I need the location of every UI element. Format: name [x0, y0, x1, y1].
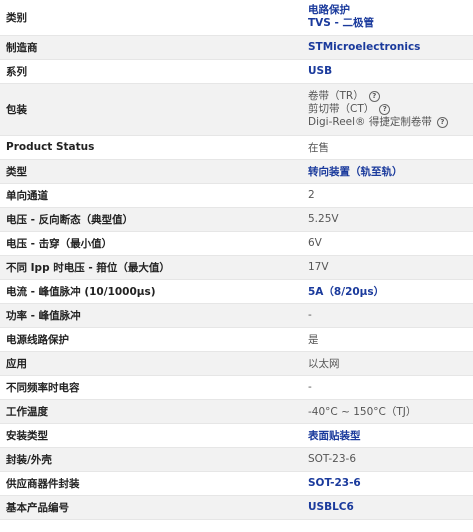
attribute-name: 工作温度	[0, 399, 302, 424]
attribute-value: 2	[308, 189, 315, 201]
table-row: 应用 以太网	[0, 351, 473, 376]
attribute-value: 5.25V	[308, 213, 339, 225]
question-circle-icon[interactable]: ?	[436, 116, 448, 128]
table-row: 安装类型 表面贴装型	[0, 423, 473, 448]
attribute-name: 电压 - 击穿（最小值）	[0, 231, 302, 256]
attribute-name: 制造商	[0, 35, 302, 60]
attribute-name: 封装/外壳	[0, 447, 302, 472]
table-row: Product Status 在售	[0, 135, 473, 160]
table-row: 系列 USB	[0, 59, 473, 84]
attribute-name: Product Status	[0, 135, 302, 160]
attribute-name: 安装类型	[0, 423, 302, 448]
attribute-value: 17V	[308, 261, 329, 273]
question-circle-icon[interactable]: ?	[368, 90, 380, 102]
packaging-options: 卷带（TR） ? 剪切带（CT） ? Digi-Reel® 得捷定制卷带 ?	[302, 83, 473, 136]
table-row: 电压 - 反向断态（典型值） 5.25V	[0, 207, 473, 232]
attribute-name: 供应商器件封装	[0, 471, 302, 496]
table-row: 供应商器件封装 SOT-23-6	[0, 471, 473, 496]
table-row: 电源线路保护 是	[0, 327, 473, 352]
attribute-value: 在售	[308, 141, 329, 154]
table-row: 基本产品编号 USBLC6	[0, 495, 473, 520]
attribute-name: 包装	[0, 83, 302, 136]
attribute-value: SOT-23-6	[308, 453, 356, 465]
table-row: 包装 卷带（TR） ? 剪切带（CT） ? Digi-Reel® 得捷定制卷带 …	[0, 83, 473, 136]
table-row: 工作温度 -40°C ~ 150°C（TJ）	[0, 399, 473, 424]
attribute-value: -40°C ~ 150°C（TJ）	[308, 405, 417, 418]
category-link[interactable]: 电路保护	[308, 4, 467, 17]
attribute-name: 不同频率时电容	[0, 375, 302, 400]
attribute-name: 电源线路保护	[0, 327, 302, 352]
table-row: 制造商 STMicroelectronics	[0, 35, 473, 60]
series-link[interactable]: USB	[308, 65, 332, 77]
attribute-name: 不同 Ipp 时电压 - 箝位（最大值）	[0, 255, 302, 280]
base-product-number-link[interactable]: USBLC6	[308, 501, 354, 513]
attribute-value: -	[308, 309, 312, 321]
mounting-type-link[interactable]: 表面贴装型	[308, 430, 361, 442]
supplier-package-link[interactable]: SOT-23-6	[308, 477, 361, 489]
attribute-name: 电压 - 反向断态（典型值）	[0, 207, 302, 232]
table-row: 单向通道 2	[0, 183, 473, 208]
attribute-name: 功率 - 峰值脉冲	[0, 303, 302, 328]
table-row: 封装/外壳 SOT-23-6	[0, 447, 473, 472]
packaging-option: 剪切带（CT）	[308, 102, 375, 115]
product-attributes-table: 类别 电路保护 TVS - 二极管 制造商 STMicroelectronics…	[0, 0, 473, 520]
attribute-value: -	[308, 381, 312, 393]
table-row: 功率 - 峰值脉冲 -	[0, 303, 473, 328]
manufacturer-link[interactable]: STMicroelectronics	[308, 41, 420, 53]
type-link[interactable]: 转向装置（轨至轨）	[308, 166, 403, 178]
packaging-option: Digi-Reel® 得捷定制卷带	[308, 115, 432, 128]
attribute-name: 基本产品编号	[0, 495, 302, 520]
attribute-name: 应用	[0, 351, 302, 376]
attribute-value: 电路保护 TVS - 二极管	[302, 0, 473, 36]
table-row: 电流 - 峰值脉冲 (10/1000μs) 5A（8/20μs）	[0, 279, 473, 304]
packaging-option: 卷带（TR）	[308, 89, 364, 102]
peak-pulse-current-link[interactable]: 5A（8/20μs）	[308, 286, 384, 298]
table-row: 不同频率时电容 -	[0, 375, 473, 400]
table-row: 类别 电路保护 TVS - 二极管	[0, 0, 473, 36]
table-row: 电压 - 击穿（最小值） 6V	[0, 231, 473, 256]
attribute-name: 单向通道	[0, 183, 302, 208]
attribute-name: 电流 - 峰值脉冲 (10/1000μs)	[0, 279, 302, 304]
attribute-value: 以太网	[308, 357, 340, 370]
attribute-name: 系列	[0, 59, 302, 84]
subcategory-link[interactable]: TVS - 二极管	[308, 17, 467, 30]
attribute-value: 6V	[308, 237, 322, 249]
attribute-name: 类别	[0, 0, 302, 36]
table-row: 不同 Ipp 时电压 - 箝位（最大值） 17V	[0, 255, 473, 280]
question-circle-icon[interactable]: ?	[379, 103, 391, 115]
table-row: 类型 转向装置（轨至轨）	[0, 159, 473, 184]
attribute-value: 是	[308, 333, 319, 346]
attribute-name: 类型	[0, 159, 302, 184]
